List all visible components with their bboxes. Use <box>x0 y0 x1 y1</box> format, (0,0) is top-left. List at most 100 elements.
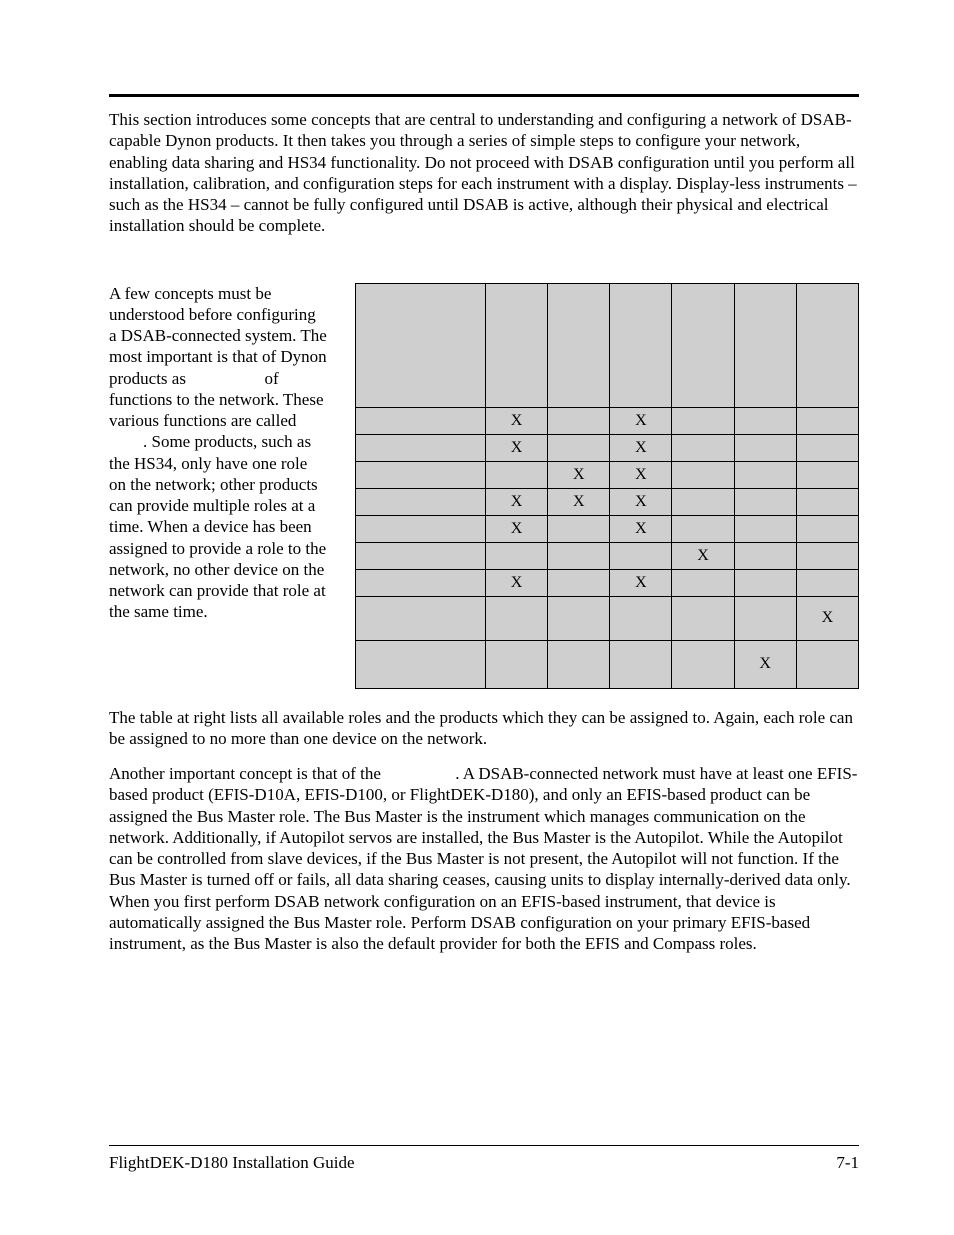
concepts-part-c: . Some products, such as the HS34, only … <box>109 432 326 621</box>
table-cell <box>610 640 672 688</box>
table-row: XX <box>356 434 859 461</box>
table-cell: X <box>610 461 672 488</box>
row-label <box>356 434 486 461</box>
table-row: X <box>356 640 859 688</box>
table-cell: X <box>610 569 672 596</box>
table-cell: X <box>486 407 548 434</box>
table-cell: X <box>610 434 672 461</box>
table-row: XX <box>356 569 859 596</box>
table-header <box>734 283 796 407</box>
table-cell <box>486 640 548 688</box>
after-table-paragraph-1: The table at right lists all available r… <box>109 707 859 750</box>
table-cell <box>548 434 610 461</box>
table-cell: X <box>486 515 548 542</box>
table-header <box>486 283 548 407</box>
footer-rule <box>109 1145 859 1146</box>
concepts-part-a: A few concepts must be understood before… <box>109 284 327 388</box>
table-cell <box>796 640 858 688</box>
table-cell <box>734 569 796 596</box>
table-cell <box>672 407 734 434</box>
table-cell <box>486 461 548 488</box>
footer-left: FlightDEK-D180 Installation Guide <box>109 1152 355 1173</box>
table-cell <box>734 407 796 434</box>
row-label <box>356 569 486 596</box>
table-cell <box>734 488 796 515</box>
table-header <box>672 283 734 407</box>
row-label <box>356 515 486 542</box>
table-header <box>356 283 486 407</box>
table-cell <box>610 542 672 569</box>
table-cell <box>610 596 672 640</box>
table-cell <box>672 596 734 640</box>
table-header <box>796 283 858 407</box>
table-cell <box>796 407 858 434</box>
table-cell <box>796 461 858 488</box>
table-cell <box>548 569 610 596</box>
table-cell <box>796 569 858 596</box>
row-label <box>356 461 486 488</box>
row-label <box>356 640 486 688</box>
table-cell <box>672 434 734 461</box>
top-rule <box>109 94 859 97</box>
table-cell <box>486 596 548 640</box>
table-cell <box>796 434 858 461</box>
table-cell: X <box>548 488 610 515</box>
row-label <box>356 542 486 569</box>
table-cell: X <box>486 569 548 596</box>
page-footer: FlightDEK-D180 Installation Guide 7-1 <box>109 1145 859 1173</box>
table-cell: X <box>610 407 672 434</box>
bus-master-part-a: Another important concept is that of the <box>109 764 385 783</box>
table-cell: X <box>548 461 610 488</box>
table-row: X <box>356 542 859 569</box>
row-label <box>356 596 486 640</box>
table-row: XX <box>356 407 859 434</box>
table-cell <box>734 515 796 542</box>
table-body: XXXXXXXXXXXXXXXX <box>356 407 859 688</box>
table-row: XXX <box>356 488 859 515</box>
table-cell <box>548 596 610 640</box>
table-cell <box>734 596 796 640</box>
intro-paragraph: This section introduces some concepts th… <box>109 109 859 237</box>
table-cell <box>796 542 858 569</box>
roles-table: XXXXXXXXXXXXXXXX <box>355 283 859 689</box>
concepts-paragraph: A few concepts must be understood before… <box>109 283 327 623</box>
table-cell <box>672 569 734 596</box>
table-row: XX <box>356 461 859 488</box>
table-row: X <box>356 596 859 640</box>
table-cell: X <box>610 515 672 542</box>
table-cell <box>548 407 610 434</box>
table-cell: X <box>672 542 734 569</box>
footer-line: FlightDEK-D180 Installation Guide 7-1 <box>109 1152 859 1173</box>
table-cell <box>796 488 858 515</box>
table-cell <box>548 640 610 688</box>
table-cell <box>672 488 734 515</box>
row-label <box>356 488 486 515</box>
table-cell <box>734 542 796 569</box>
table-header-row <box>356 283 859 407</box>
table-cell <box>548 515 610 542</box>
table-cell: X <box>486 434 548 461</box>
table-header <box>610 283 672 407</box>
concepts-text: A few concepts must be understood before… <box>109 283 327 623</box>
table-cell <box>796 515 858 542</box>
table-row: XX <box>356 515 859 542</box>
table-header <box>548 283 610 407</box>
concepts-row: A few concepts must be understood before… <box>109 283 859 689</box>
table-cell: X <box>734 640 796 688</box>
table-cell: X <box>486 488 548 515</box>
page: This section introduces some concepts th… <box>0 0 954 1235</box>
row-label <box>356 407 486 434</box>
table-cell: X <box>610 488 672 515</box>
table-cell <box>486 542 548 569</box>
after-table-paragraph-2: Another important concept is that of the… <box>109 763 859 954</box>
table-cell <box>734 461 796 488</box>
footer-right: 7-1 <box>836 1152 859 1173</box>
table-cell <box>672 515 734 542</box>
table-cell <box>672 640 734 688</box>
table-cell <box>734 434 796 461</box>
table-cell <box>672 461 734 488</box>
roles-table-container: XXXXXXXXXXXXXXXX <box>355 283 859 689</box>
table-cell: X <box>796 596 858 640</box>
table-cell <box>548 542 610 569</box>
bus-master-part-b: . A DSAB-connected network must have at … <box>109 764 857 953</box>
